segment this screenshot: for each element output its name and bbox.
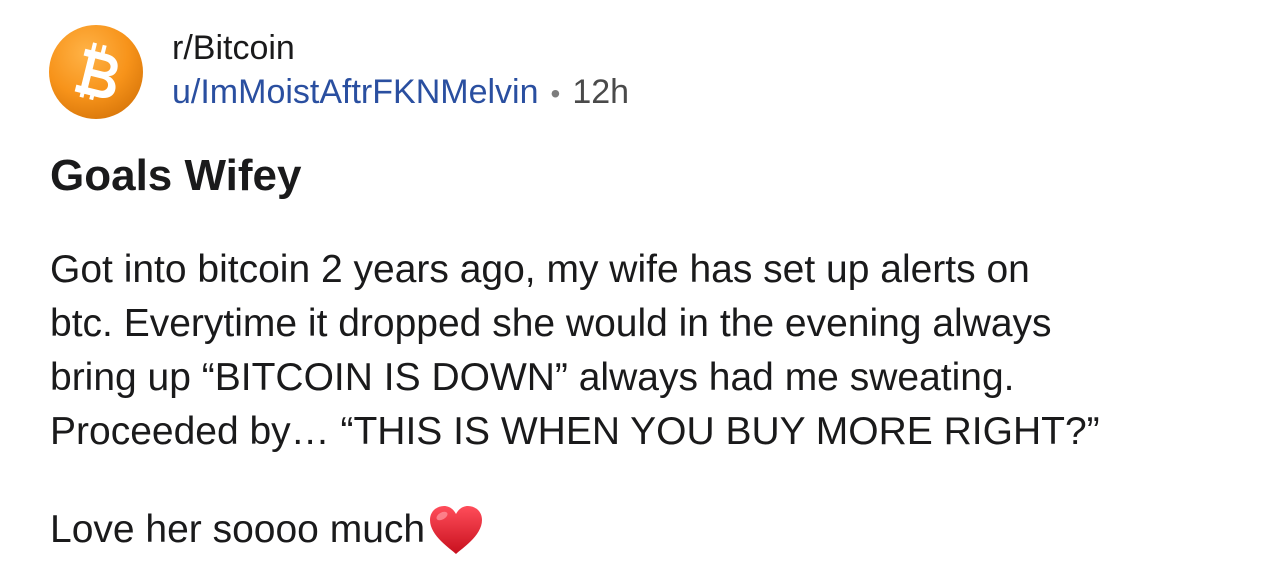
body-line: bring up “BITCOIN IS DOWN” always had me…	[50, 356, 1015, 399]
post-meta: r/Bitcoin u/ImMoistAftrFKNMelvin • 12h	[172, 26, 629, 116]
body-line: Proceeded by… “THIS IS WHEN YOU BUY MORE…	[50, 410, 1100, 453]
post-timestamp: 12h	[572, 73, 630, 111]
closing-text: Love her soooo much	[50, 508, 426, 551]
post-closing-paragraph: Love her soooo much	[50, 503, 1260, 557]
body-line: Got into bitcoin 2 years ago, my wife ha…	[50, 248, 1030, 291]
separator-dot: •	[550, 78, 561, 109]
red-heart-icon	[427, 504, 485, 556]
post-body: Got into bitcoin 2 years ago, my wife ha…	[50, 243, 1260, 557]
post-body-paragraph: Got into bitcoin 2 years ago, my wife ha…	[50, 243, 1260, 459]
post-title[interactable]: Goals Wifey	[50, 148, 301, 204]
bitcoin-logo-icon	[49, 25, 143, 119]
author-link[interactable]: u/ImMoistAftrFKNMelvin	[172, 73, 539, 111]
body-line: btc. Everytime it dropped she would in t…	[50, 302, 1052, 345]
subreddit-link[interactable]: r/Bitcoin	[172, 26, 629, 70]
reddit-post: r/Bitcoin u/ImMoistAftrFKNMelvin • 12h Goa…	[0, 0, 1284, 576]
author-line: u/ImMoistAftrFKNMelvin • 12h	[172, 70, 629, 116]
subreddit-avatar-icon[interactable]	[48, 24, 144, 120]
